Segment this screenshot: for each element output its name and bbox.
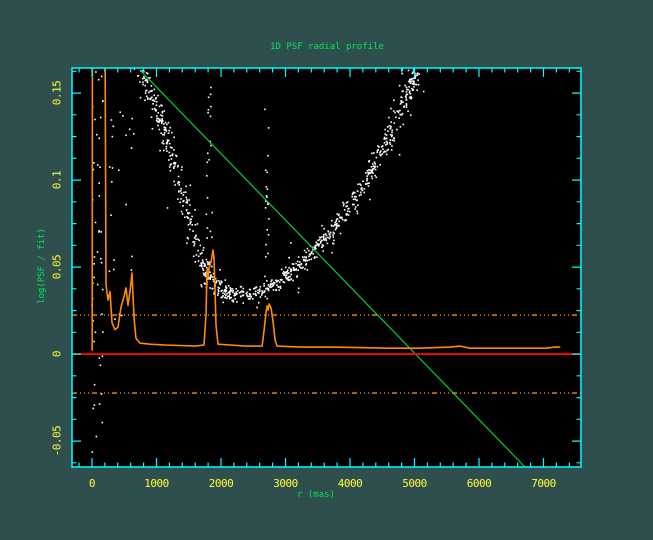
y-axis-title: log(PSF / fit) xyxy=(37,228,47,304)
x-tick-label: 6000 xyxy=(467,477,492,490)
x-tick-label: 0 xyxy=(89,477,95,490)
plot-canvas xyxy=(0,0,653,540)
x-tick-label: 3000 xyxy=(273,477,298,490)
y-tick-label: 0.05 xyxy=(51,255,64,280)
y-tick-label: -0.05 xyxy=(51,426,64,457)
x-tick-label: 7000 xyxy=(531,477,556,490)
x-tick-label: 4000 xyxy=(338,477,363,490)
x-axis-title: r (mas) xyxy=(297,490,335,500)
plot-area xyxy=(72,68,581,467)
y-tick-label: 0.1 xyxy=(51,171,64,189)
x-tick-label: 5000 xyxy=(402,477,427,490)
x-tick-label: 2000 xyxy=(209,477,234,490)
chart-title: 1D PSF radial profile xyxy=(270,42,384,52)
x-tick-label: 1000 xyxy=(144,477,169,490)
plot-window: 1D PSF radial profile log(PSF / fit) r (… xyxy=(0,0,653,540)
y-tick-label: 0.15 xyxy=(51,81,64,106)
y-tick-label: 0 xyxy=(51,351,64,357)
